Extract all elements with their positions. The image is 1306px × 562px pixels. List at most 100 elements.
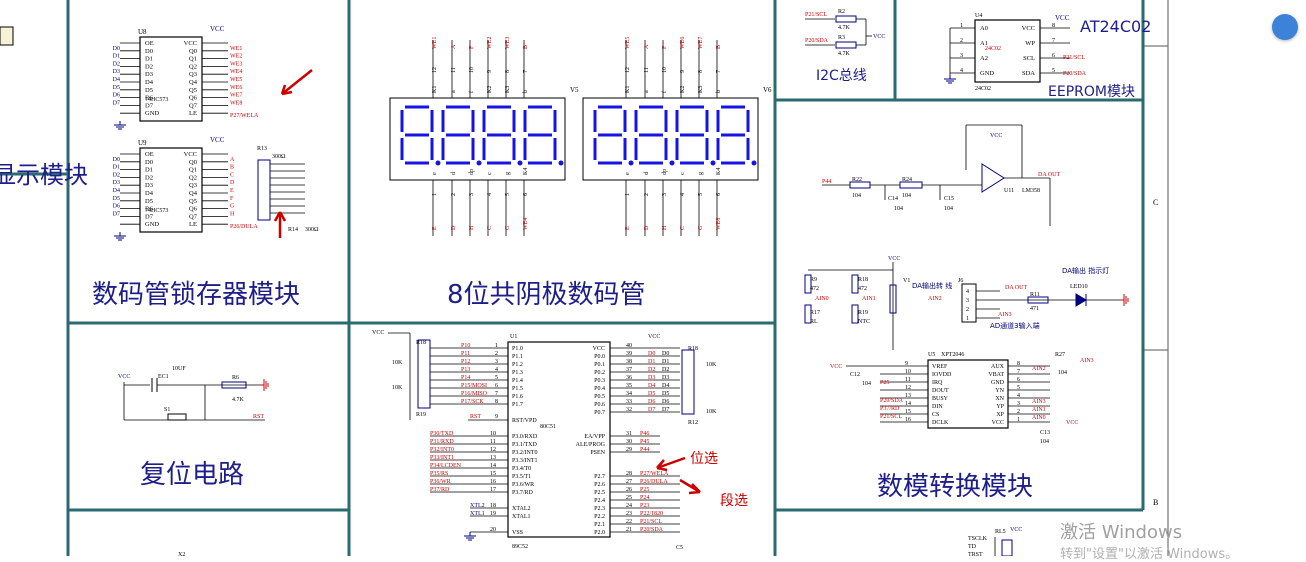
net-label: B [716,45,722,49]
chip-pin: GND [991,380,1005,386]
pin-name: K1 [625,86,631,93]
net-label: WE7 [230,93,242,99]
pin-number: 6 [495,383,498,389]
digit-segment [558,160,564,166]
net-label: P44 [640,447,649,453]
section-title-eeprom: EEPROM模块 [1048,84,1135,100]
pin-number: 40 [626,343,632,349]
chip-pin: XN [995,396,1004,402]
net-label: P37/RD [430,487,450,493]
component-ref: J6 [958,278,963,284]
chip-pin: Q6 [189,206,198,213]
chip-pin: A1 [980,40,988,47]
pin-number: 7 [1052,38,1055,44]
chip-pin: D5 [145,87,153,94]
chip-pin: D4 [145,190,154,197]
component-value: 104 [862,381,871,387]
pin-name: K2 [487,86,493,93]
pin-number: 6 [1017,377,1020,383]
partial-box [0,26,14,46]
chip-pin: D3 [145,182,153,189]
section-title-latch: 数码管锁存器模块 [92,280,300,310]
net-label: G [698,225,704,230]
pin-number: 24 [626,503,632,509]
net-label: P17/SCK [461,399,484,405]
net-label: P33/INT1 [430,455,454,461]
chip-pin: P1.4 [512,378,523,384]
component-ref: C14 [888,196,898,202]
vcc-label: VCC [1010,527,1022,533]
pin-number: 7 [523,70,529,73]
chip-pin: IRQ [932,380,943,386]
pin-number: 4 [966,289,969,295]
net-label: WE2 [487,37,493,49]
net-label: D4 [648,383,655,389]
pin-number: 6 [716,193,722,196]
net-label: P26/DULA [640,479,668,485]
net-label: P46 [640,431,649,437]
chip-pin: D4 [145,79,154,86]
pin-number: 31 [626,431,632,437]
chip-pin: GND [145,110,159,117]
net-label: P25 [640,487,649,493]
net-label: P30/TXD [430,431,454,437]
chip-ref: U1 [510,334,517,340]
pin-number: 9 [905,361,908,367]
net-label: TRST [968,552,983,556]
net-label: D [644,225,650,230]
pin-number: 28 [626,471,632,477]
chip-pin: P1.0 [512,346,523,352]
schematic-canvas: CB显示模块数码管锁存器模块 8位共阴极数码管I2C总线EEPROM模块AT24C… [0,0,1169,556]
component-value: 4.7K [838,51,851,57]
chip-pin: D3 [145,71,153,78]
digit-segment [517,160,523,166]
pin-number: 15 [905,409,911,415]
chip-pin: VBAT [988,372,1004,378]
chip-pin: DCLK [932,420,949,426]
chip-pin: OE [145,40,154,47]
net-label: B [523,45,529,49]
net-label: D3 [113,180,120,186]
net-label: F [230,196,234,202]
translate-icon[interactable] [1272,14,1298,40]
net-label: D7 [113,100,120,106]
component-value: 104 [894,206,903,212]
chip-pin: Q4 [189,79,198,86]
component-ref: C13 [1040,430,1050,436]
component-ref: R24 [902,177,912,183]
net-label: C [230,172,234,178]
net-label: P26/DULA [230,224,258,230]
net-label: WE1 [432,37,438,49]
net-label: D4 [113,77,120,83]
chip-pin: Q5 [189,87,197,94]
pin-number: 30 [626,439,632,445]
section-title-adc: 数模转换模块 [877,472,1033,502]
chip-pin: D7 [145,102,154,109]
chip-pin: LE [189,110,197,117]
chip-pin: D7 [145,213,154,220]
component-value: 10K [706,362,717,368]
chip-pin: D2 [145,174,153,181]
pin-number: 5 [505,193,511,196]
net-label: TD [968,544,977,550]
digit-segment [628,160,634,166]
pin-name: a [644,90,650,93]
component-ref: R3 [838,35,845,41]
component-value: 4.7K [232,397,245,403]
component-ref: C5 [676,545,683,551]
chip-pin: D1 [145,167,153,174]
net-label: XTL2 [470,503,485,509]
component-value: RL [810,319,818,325]
chip-pin: D5 [145,198,153,205]
net-label: P45 [640,439,649,445]
component-ref: V1 [903,278,910,284]
chip-pin: P0.3 [594,378,605,384]
chip-pin: P2.6 [594,482,605,488]
net-label: P21/SCL [805,12,827,18]
chip-pin: WP [1025,40,1035,47]
pin-number: 15 [490,471,496,477]
net-label: P22/1820 [640,511,663,517]
opamp-icon [981,163,1005,193]
pin-number: 8 [505,70,511,73]
net-label: WE7 [698,37,704,49]
